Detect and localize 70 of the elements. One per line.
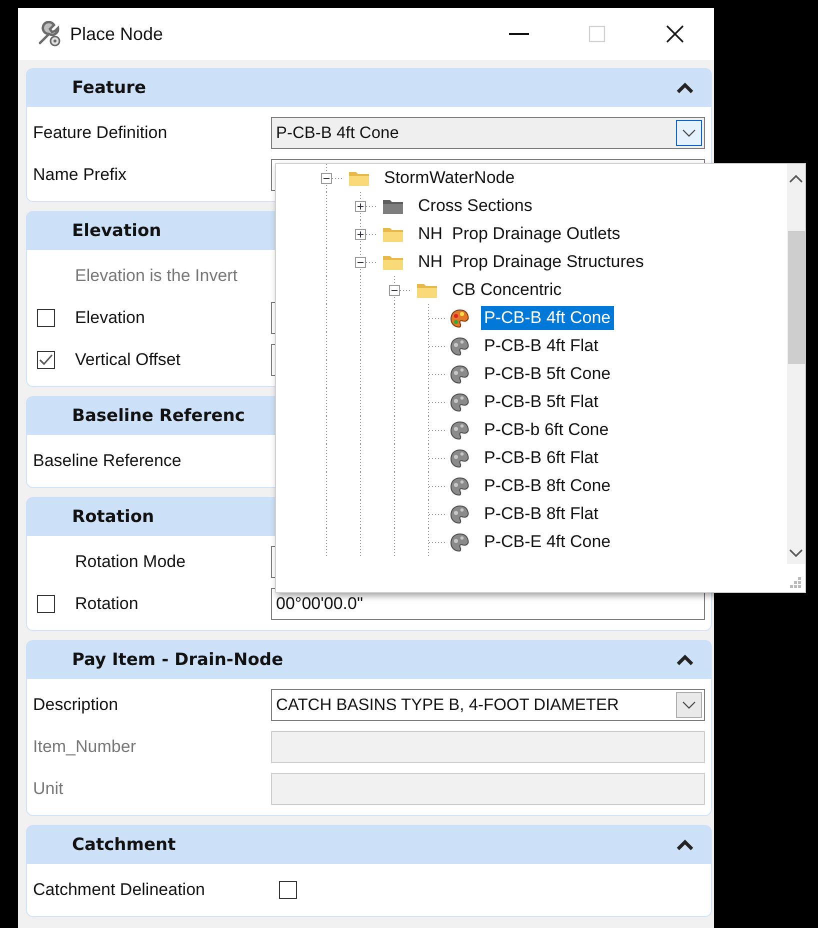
- scrollbar[interactable]: [787, 164, 805, 564]
- tree-item[interactable]: Cross Sections: [415, 194, 536, 218]
- palette-icon: [450, 532, 470, 552]
- close-icon: [664, 24, 686, 44]
- field-label: Baseline Reference: [33, 451, 182, 471]
- section-header[interactable]: Feature: [26, 68, 712, 107]
- checkbox-label: Elevation: [75, 308, 145, 328]
- chevron-down-icon: [682, 129, 696, 137]
- checkbox[interactable]: [37, 595, 55, 613]
- tree-item[interactable]: P-CB-B 5ft Flat: [481, 390, 602, 414]
- tree-item[interactable]: P-CB-b 6ft Cone: [481, 418, 612, 442]
- field-label: Feature Definition: [33, 123, 168, 143]
- window-title: Place Node: [70, 24, 164, 44]
- field-label: Name Prefix: [33, 165, 128, 185]
- expand-icon[interactable]: [355, 228, 366, 240]
- palette-icon: [450, 448, 470, 468]
- tree-item[interactable]: NH Prop Drainage Outlets: [415, 222, 624, 246]
- tree-item[interactable]: P-CB-B 4ft Cone: [481, 306, 614, 330]
- folder-icon: [382, 225, 404, 243]
- collapse-icon[interactable]: [676, 654, 694, 666]
- palette-icon: [450, 504, 470, 524]
- expand-icon[interactable]: [355, 200, 366, 212]
- folder-icon: [382, 253, 404, 271]
- chevron-down-icon: [682, 701, 696, 709]
- wrench-gear-icon: [36, 21, 62, 47]
- collapse-icon[interactable]: [676, 838, 694, 850]
- dropdown-field[interactable]: CATCH BASINS TYPE B, 4-FOOT DIAMETER: [271, 689, 705, 721]
- checkbox[interactable]: [37, 351, 55, 369]
- scroll-up-icon[interactable]: [789, 174, 803, 183]
- tree-item[interactable]: P-CB-B 8ft Cone: [481, 474, 614, 498]
- note-text: Elevation is the Invert: [74, 266, 239, 286]
- tree-item[interactable]: P-CB-B 4ft Flat: [481, 334, 602, 358]
- checkbox[interactable]: [279, 881, 297, 899]
- palette-icon: [450, 476, 470, 496]
- field-label: Item_Number: [33, 737, 137, 757]
- checkbox-label: Rotation: [75, 594, 138, 614]
- checkmark-icon: [39, 354, 53, 366]
- palette-icon: [450, 336, 470, 356]
- folder-icon: [416, 281, 438, 299]
- tree-item[interactable]: StormWaterNode: [381, 166, 518, 190]
- tree-item[interactable]: P-CB-E 4ft Cone: [481, 530, 614, 554]
- checkbox[interactable]: [37, 309, 55, 327]
- collapse-icon[interactable]: [389, 284, 400, 296]
- checkbox-label: Vertical Offset: [75, 350, 181, 370]
- field-label: Rotation Mode: [74, 552, 187, 572]
- field-label: Unit: [33, 779, 64, 799]
- palette-icon: [450, 420, 470, 440]
- palette-icon: [450, 364, 470, 384]
- section-header[interactable]: Pay Item - Drain-Node: [26, 640, 712, 679]
- collapse-icon[interactable]: [321, 172, 332, 184]
- resize-grip-icon[interactable]: [788, 575, 802, 589]
- section-header[interactable]: Catchment: [26, 825, 712, 864]
- maximize-icon: [586, 24, 608, 44]
- collapse-icon[interactable]: [676, 82, 694, 94]
- field-label: Catchment Delineation: [33, 880, 206, 900]
- minimize-icon: [509, 33, 529, 35]
- scroll-thumb[interactable]: [788, 231, 804, 364]
- palette-icon: [450, 308, 470, 328]
- folder-icon: [382, 197, 404, 215]
- dropdown-field[interactable]: P-CB-B 4ft Cone: [271, 117, 705, 149]
- field-label: Description: [33, 695, 120, 715]
- collapse-icon[interactable]: [355, 256, 366, 268]
- tree-item[interactable]: NH Prop Drainage Structures: [415, 250, 647, 274]
- scroll-down-icon[interactable]: [789, 549, 803, 558]
- tree-item[interactable]: P-CB-B 6ft Flat: [481, 446, 602, 470]
- tree-item[interactable]: P-CB-B 8ft Flat: [481, 502, 602, 526]
- palette-icon: [450, 392, 470, 412]
- tree-item[interactable]: P-CB-B 5ft Cone: [481, 362, 614, 386]
- tree-item[interactable]: CB Concentric: [449, 278, 565, 302]
- folder-icon: [348, 169, 370, 187]
